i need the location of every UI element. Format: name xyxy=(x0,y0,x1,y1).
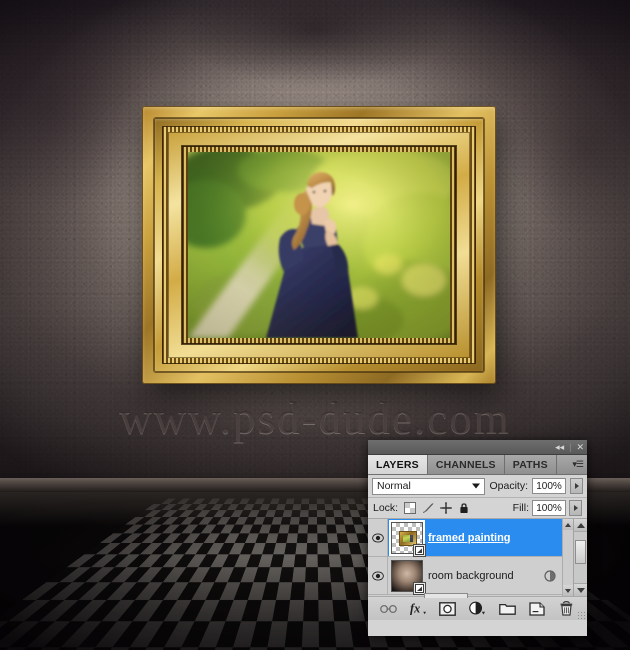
scrollbar-thumb[interactable] xyxy=(575,540,586,564)
scroll-down-arrow[interactable] xyxy=(563,585,573,596)
delete-layer-icon[interactable] xyxy=(558,600,575,617)
layer-style-fx-icon[interactable]: fx xyxy=(410,600,427,617)
panel-scrollbar[interactable] xyxy=(573,519,587,596)
room-scene: www.psd-dude.com ◂◂ | ✕ LAYERS CHANNELS … xyxy=(0,0,630,650)
lock-label: Lock: xyxy=(373,502,399,514)
panel-resize-grip[interactable] xyxy=(577,611,585,619)
lock-icons-group[interactable] xyxy=(404,502,470,514)
layer-visibility-toggle[interactable] xyxy=(368,519,388,556)
lock-position-icon[interactable] xyxy=(440,502,453,514)
opacity-label: Opacity: xyxy=(489,480,528,492)
folder-icon[interactable] xyxy=(498,602,516,615)
tab-channels-label: CHANNELS xyxy=(435,458,496,471)
tab-paths[interactable]: PATHS xyxy=(504,455,557,474)
opacity-value: 100% xyxy=(536,480,562,492)
painting-canvas xyxy=(188,152,450,338)
scroll-up-arrow[interactable] xyxy=(563,519,573,530)
tab-channels[interactable]: CHANNELS xyxy=(427,455,505,474)
eye-icon[interactable] xyxy=(371,532,384,544)
fill-label: Fill: xyxy=(512,502,529,514)
panel-titlebar[interactable]: ◂◂ | ✕ xyxy=(368,440,587,455)
scroll-track[interactable] xyxy=(563,530,573,585)
lock-all-icon[interactable] xyxy=(458,502,470,514)
smart-object-badge xyxy=(413,543,426,557)
lock-transparent-pixels-icon[interactable] xyxy=(404,502,417,514)
adjustment-layer-icon[interactable] xyxy=(469,601,486,616)
layers-panel[interactable]: ◂◂ | ✕ LAYERS CHANNELS PATHS ▾☰ Normal O… xyxy=(368,440,587,636)
tab-paths-label: PATHS xyxy=(512,458,548,471)
fill-value: 100% xyxy=(536,502,562,514)
collapse-to-icons-button[interactable]: ◂◂ xyxy=(555,442,564,452)
opacity-input[interactable]: 100% xyxy=(532,478,566,494)
table-row[interactable]: framed painting xyxy=(368,519,562,557)
trash-icon[interactable] xyxy=(559,601,574,616)
fill-group[interactable]: Fill: 100% xyxy=(513,500,582,516)
smart-object-icon xyxy=(415,583,424,593)
selection-notch xyxy=(424,593,468,598)
lock-image-pixels-icon[interactable] xyxy=(422,502,434,514)
fx-icon[interactable]: fx xyxy=(410,601,427,616)
layer-thumbnail-wrap[interactable] xyxy=(391,521,426,557)
tabs-spacer: ▾☰ xyxy=(556,455,587,474)
link-icon[interactable] xyxy=(380,604,398,614)
blend-mode-value: Normal xyxy=(377,480,411,492)
panel-bottom-toolbar[interactable]: fx xyxy=(368,593,587,620)
scrollbar-down-button[interactable] xyxy=(574,583,587,596)
link-layers-icon[interactable] xyxy=(380,600,398,617)
panel-menu-icon[interactable]: ▾☰ xyxy=(572,459,584,470)
new-layer-icon[interactable] xyxy=(528,600,545,617)
blend-mode-select[interactable]: Normal xyxy=(372,477,486,495)
scrollbar-track[interactable] xyxy=(574,532,587,583)
close-icon[interactable]: ✕ xyxy=(576,442,584,452)
layers-inner-scrollbar[interactable] xyxy=(562,519,573,596)
layer-thumbnail-wrap[interactable] xyxy=(391,559,426,595)
new-group-icon[interactable] xyxy=(498,600,516,617)
tab-layers-label: LAYERS xyxy=(376,458,419,471)
layers-rows[interactable]: framed painting room background xyxy=(368,519,562,596)
tab-layers[interactable]: LAYERS xyxy=(368,455,428,474)
eye-icon[interactable] xyxy=(371,570,384,582)
blend-opacity-row[interactable]: Normal Opacity: 100% xyxy=(368,475,587,498)
mask-icon[interactable] xyxy=(439,601,457,616)
smart-object-icon xyxy=(415,545,424,555)
new-adjustment-layer-icon[interactable] xyxy=(469,600,486,617)
scrollbar-up-button[interactable] xyxy=(574,519,587,532)
layer-name[interactable]: framed painting xyxy=(428,532,511,544)
watermark-text: www.psd-dude.com xyxy=(119,393,511,443)
new-layer-page-icon[interactable] xyxy=(528,601,545,616)
layer-effects-icon[interactable] xyxy=(544,569,556,582)
layer-visibility-toggle[interactable] xyxy=(368,557,388,594)
add-layer-mask-icon[interactable] xyxy=(439,600,457,617)
titlebar-separator: | xyxy=(569,442,572,452)
layers-list[interactable]: framed painting room background xyxy=(368,519,587,596)
framed-painting xyxy=(142,106,496,384)
svg-text:fx: fx xyxy=(410,602,420,616)
panel-tabs[interactable]: LAYERS CHANNELS PATHS ▾☰ xyxy=(368,455,587,475)
table-row[interactable]: room background xyxy=(368,557,562,595)
opacity-slider-button[interactable] xyxy=(570,478,583,494)
chevron-down-icon[interactable] xyxy=(472,483,481,489)
lock-row[interactable]: Lock: Fill: 100% xyxy=(368,498,587,519)
fill-slider-button[interactable] xyxy=(569,500,582,516)
layer-name[interactable]: room background xyxy=(428,570,514,582)
fill-input[interactable]: 100% xyxy=(532,500,566,516)
